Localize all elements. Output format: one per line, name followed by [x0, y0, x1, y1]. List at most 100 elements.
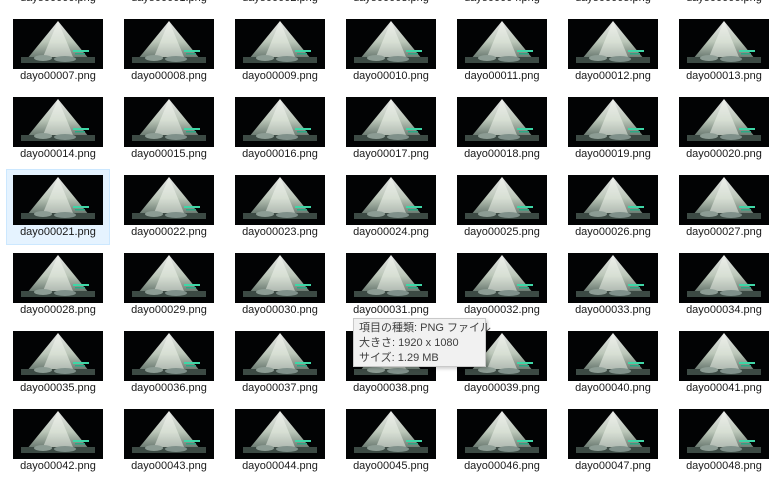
- file-thumbnail[interactable]: [235, 97, 325, 147]
- file-name-label[interactable]: dayo00003.png: [336, 0, 446, 6]
- file-item[interactable]: dayo00004.png: [450, 0, 554, 11]
- file-name-label[interactable]: dayo00004.png: [447, 0, 557, 6]
- file-item[interactable]: dayo00043.png: [117, 403, 221, 479]
- file-item[interactable]: dayo00009.png: [228, 13, 332, 89]
- file-item[interactable]: dayo00044.png: [228, 403, 332, 479]
- file-name-label[interactable]: dayo00015.png: [114, 147, 224, 162]
- file-item[interactable]: dayo00014.png: [6, 91, 110, 167]
- file-name-label[interactable]: dayo00028.png: [3, 303, 113, 318]
- file-item[interactable]: dayo00030.png: [228, 247, 332, 323]
- file-thumbnail[interactable]: [124, 97, 214, 147]
- file-thumbnail[interactable]: [124, 253, 214, 303]
- file-thumbnail[interactable]: [568, 19, 658, 69]
- file-item[interactable]: dayo00021.png: [6, 169, 110, 245]
- file-name-label[interactable]: dayo00040.png: [558, 381, 668, 396]
- file-item[interactable]: dayo00028.png: [6, 247, 110, 323]
- file-thumbnail[interactable]: [13, 253, 103, 303]
- file-thumbnail[interactable]: [346, 175, 436, 225]
- file-thumbnail[interactable]: [235, 409, 325, 459]
- file-thumbnail[interactable]: [568, 253, 658, 303]
- file-name-label[interactable]: dayo00019.png: [558, 147, 668, 162]
- file-thumbnail[interactable]: [346, 19, 436, 69]
- file-thumbnail[interactable]: [124, 175, 214, 225]
- file-name-label[interactable]: dayo00029.png: [114, 303, 224, 318]
- file-name-label[interactable]: dayo00039.png: [447, 381, 557, 396]
- file-item[interactable]: dayo00005.png: [561, 0, 665, 11]
- file-name-label[interactable]: dayo00005.png: [558, 0, 668, 6]
- file-item[interactable]: dayo00027.png: [672, 169, 776, 245]
- file-name-label[interactable]: dayo00047.png: [558, 459, 668, 474]
- file-name-label[interactable]: dayo00048.png: [669, 459, 776, 474]
- file-item[interactable]: dayo00041.png: [672, 325, 776, 401]
- file-thumbnail[interactable]: [679, 97, 769, 147]
- file-item[interactable]: dayo00047.png: [561, 403, 665, 479]
- file-thumbnail[interactable]: [679, 175, 769, 225]
- file-item[interactable]: dayo00011.png: [450, 13, 554, 89]
- file-item[interactable]: dayo00006.png: [672, 0, 776, 11]
- file-name-label[interactable]: dayo00043.png: [114, 459, 224, 474]
- file-item[interactable]: dayo00001.png: [117, 0, 221, 11]
- file-item[interactable]: dayo00037.png: [228, 325, 332, 401]
- file-item[interactable]: dayo00032.png: [450, 247, 554, 323]
- file-thumbnail[interactable]: [124, 19, 214, 69]
- file-name-label[interactable]: dayo00033.png: [558, 303, 668, 318]
- file-thumbnail[interactable]: [679, 253, 769, 303]
- file-item[interactable]: dayo00022.png: [117, 169, 221, 245]
- file-thumbnail[interactable]: [235, 253, 325, 303]
- file-thumbnail[interactable]: [13, 19, 103, 69]
- file-thumbnail[interactable]: [568, 331, 658, 381]
- file-item[interactable]: dayo00034.png: [672, 247, 776, 323]
- file-item[interactable]: dayo00048.png: [672, 403, 776, 479]
- file-name-label[interactable]: dayo00020.png: [669, 147, 776, 162]
- file-name-label[interactable]: dayo00014.png: [3, 147, 113, 162]
- file-item[interactable]: dayo00007.png: [6, 13, 110, 89]
- file-item[interactable]: dayo00013.png: [672, 13, 776, 89]
- file-item[interactable]: dayo00025.png: [450, 169, 554, 245]
- file-name-label[interactable]: dayo00045.png: [336, 459, 446, 474]
- file-thumbnail[interactable]: [235, 331, 325, 381]
- file-item[interactable]: dayo00024.png: [339, 169, 443, 245]
- file-name-label[interactable]: dayo00009.png: [225, 69, 335, 84]
- file-name-label[interactable]: dayo00046.png: [447, 459, 557, 474]
- file-name-label[interactable]: dayo00027.png: [669, 225, 776, 240]
- file-name-label[interactable]: dayo00030.png: [225, 303, 335, 318]
- file-thumbnail[interactable]: [13, 331, 103, 381]
- file-item[interactable]: dayo00008.png: [117, 13, 221, 89]
- file-name-label[interactable]: dayo00013.png: [669, 69, 776, 84]
- file-thumbnail[interactable]: [346, 97, 436, 147]
- file-item[interactable]: dayo00033.png: [561, 247, 665, 323]
- file-thumbnail[interactable]: [235, 175, 325, 225]
- file-item[interactable]: dayo00040.png: [561, 325, 665, 401]
- file-name-label[interactable]: dayo00044.png: [225, 459, 335, 474]
- file-thumbnail[interactable]: [568, 175, 658, 225]
- file-name-label[interactable]: dayo00008.png: [114, 69, 224, 84]
- file-thumbnail[interactable]: [124, 409, 214, 459]
- file-item[interactable]: dayo00016.png: [228, 91, 332, 167]
- file-item[interactable]: dayo00026.png: [561, 169, 665, 245]
- file-thumbnail[interactable]: [457, 19, 547, 69]
- file-name-label[interactable]: dayo00021.png: [3, 225, 113, 240]
- file-thumbnail[interactable]: [13, 175, 103, 225]
- file-thumbnail[interactable]: [679, 409, 769, 459]
- file-item[interactable]: dayo00045.png: [339, 403, 443, 479]
- file-item[interactable]: dayo00035.png: [6, 325, 110, 401]
- file-item[interactable]: dayo00002.png: [228, 0, 332, 11]
- file-name-label[interactable]: dayo00025.png: [447, 225, 557, 240]
- file-name-label[interactable]: dayo00000.png: [3, 0, 113, 6]
- file-name-label[interactable]: dayo00018.png: [447, 147, 557, 162]
- file-item[interactable]: dayo00046.png: [450, 403, 554, 479]
- file-item[interactable]: dayo00019.png: [561, 91, 665, 167]
- file-name-label[interactable]: dayo00012.png: [558, 69, 668, 84]
- file-thumbnail[interactable]: [13, 97, 103, 147]
- file-name-label[interactable]: dayo00034.png: [669, 303, 776, 318]
- file-item[interactable]: dayo00000.png: [6, 0, 110, 11]
- file-item[interactable]: dayo00012.png: [561, 13, 665, 89]
- file-thumbnail[interactable]: [568, 97, 658, 147]
- file-item[interactable]: dayo00036.png: [117, 325, 221, 401]
- file-name-label[interactable]: dayo00023.png: [225, 225, 335, 240]
- file-thumbnail[interactable]: [346, 253, 436, 303]
- file-name-label[interactable]: dayo00042.png: [3, 459, 113, 474]
- file-item[interactable]: dayo00017.png: [339, 91, 443, 167]
- file-thumbnail[interactable]: [457, 253, 547, 303]
- file-thumbnail[interactable]: [679, 331, 769, 381]
